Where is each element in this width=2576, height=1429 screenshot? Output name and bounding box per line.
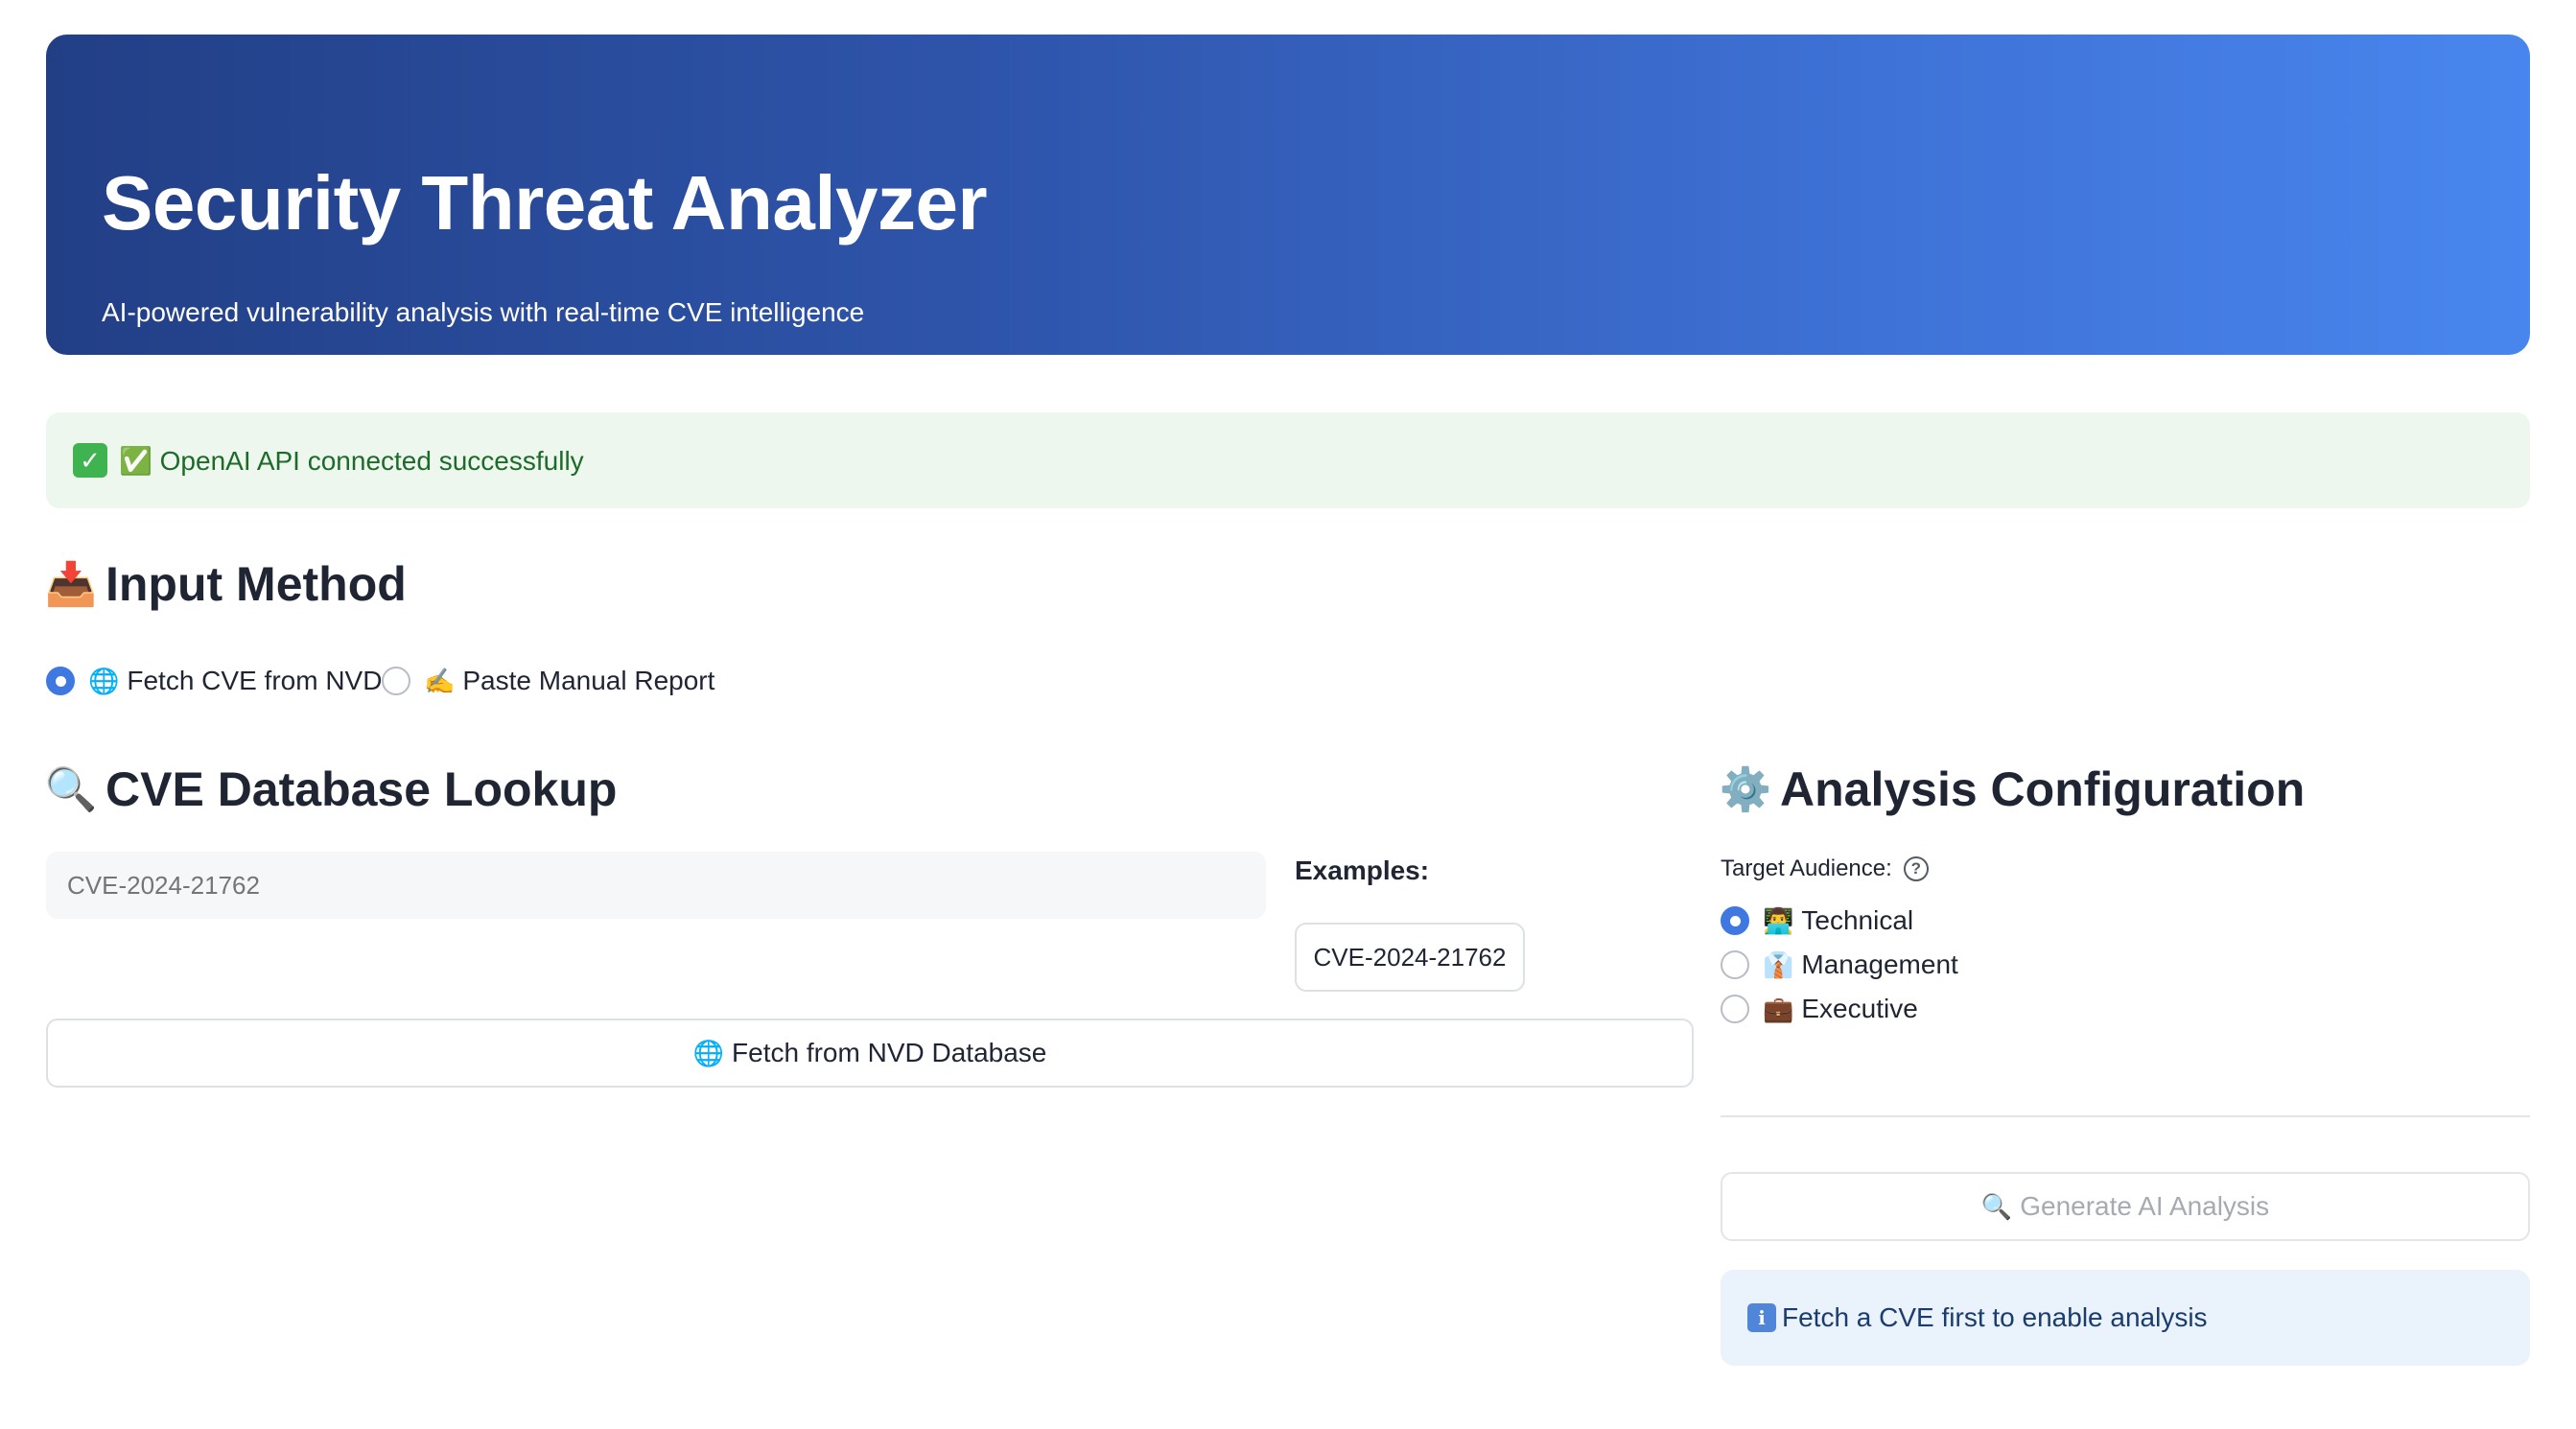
gear-icon: ⚙️	[1719, 766, 1772, 813]
fetch-nvd-label: Fetch from NVD Database	[732, 1038, 1047, 1067]
input-method-title: Input Method	[105, 557, 407, 611]
example-cve-label: CVE-2024-21762	[1313, 942, 1507, 972]
analysis-config-heading: ⚙️ Analysis Configuration	[1719, 761, 2306, 817]
globe-icon: 🌐	[88, 666, 120, 695]
radio-paste-manual[interactable]: ✍️ Paste Manual Report	[382, 666, 714, 696]
inbox-tray-icon: 📥	[44, 561, 98, 608]
radio-button[interactable]	[1721, 995, 1749, 1023]
generate-analysis-button[interactable]: 🔍 Generate AI Analysis	[1721, 1172, 2530, 1241]
radio-button[interactable]	[382, 667, 410, 695]
section-divider	[1721, 1115, 2530, 1117]
page: Security Threat Analyzer AI-powered vuln…	[0, 0, 2576, 1429]
help-icon[interactable]: ?	[1903, 856, 1929, 881]
api-status-text: ✅ OpenAI API connected successfully	[119, 445, 584, 476]
radio-technical[interactable]: 👨‍💻 Technical	[1721, 905, 1913, 936]
writing-hand-icon: ✍️	[424, 666, 456, 695]
radio-fetch-cve[interactable]: 🌐 Fetch CVE from NVD	[46, 666, 382, 696]
magnifier-icon: 🔍	[44, 766, 98, 813]
radio-button[interactable]	[1721, 950, 1749, 979]
page-subtitle: AI-powered vulnerability analysis with r…	[102, 297, 865, 327]
radio-button-selected[interactable]	[1721, 906, 1749, 935]
examples-label: Examples:	[1295, 855, 1430, 885]
example-cve-button[interactable]: CVE-2024-21762	[1295, 923, 1525, 992]
api-status-alert: ✓ ✅ OpenAI API connected successfully	[46, 412, 2530, 508]
analysis-config-title: Analysis Configuration	[1780, 762, 2306, 816]
technologist-icon: 👨‍💻	[1763, 905, 1794, 935]
radio-management-label: Management	[1801, 949, 1958, 979]
globe-icon: 🌐	[692, 1038, 725, 1067]
check-mark-icon: ✓	[73, 443, 107, 478]
info-alert: i Fetch a CVE first to enable analysis	[1721, 1270, 2530, 1366]
header-banner: Security Threat Analyzer AI-powered vuln…	[46, 35, 2530, 355]
briefcase-icon: 💼	[1763, 994, 1794, 1023]
radio-technical-label: Technical	[1801, 905, 1914, 935]
radio-paste-manual-label: Paste Manual Report	[462, 666, 715, 695]
cve-lookup-title: CVE Database Lookup	[105, 762, 618, 816]
cve-id-input[interactable]	[46, 852, 1266, 919]
info-icon: i	[1747, 1303, 1776, 1332]
radio-fetch-cve-label: Fetch CVE from NVD	[127, 666, 383, 695]
radio-executive-label: Executive	[1801, 994, 1918, 1023]
magnifier-icon: 🔍	[1980, 1191, 2013, 1221]
generate-analysis-label: Generate AI Analysis	[2020, 1191, 2270, 1221]
target-audience-label: Target Audience: ?	[1721, 855, 1929, 882]
info-alert-text: Fetch a CVE first to enable analysis	[1782, 1302, 2208, 1332]
radio-management[interactable]: 👔 Management	[1721, 949, 1958, 980]
target-audience-text: Target Audience:	[1721, 855, 1892, 881]
page-title: Security Threat Analyzer	[102, 160, 988, 246]
radio-button-selected[interactable]	[46, 667, 75, 695]
fetch-nvd-button[interactable]: 🌐 Fetch from NVD Database	[46, 1019, 1694, 1088]
radio-executive[interactable]: 💼 Executive	[1721, 994, 1918, 1024]
input-method-heading: 📥 Input Method	[44, 556, 407, 612]
office-worker-icon: 👔	[1763, 949, 1794, 979]
cve-lookup-heading: 🔍 CVE Database Lookup	[44, 761, 618, 817]
